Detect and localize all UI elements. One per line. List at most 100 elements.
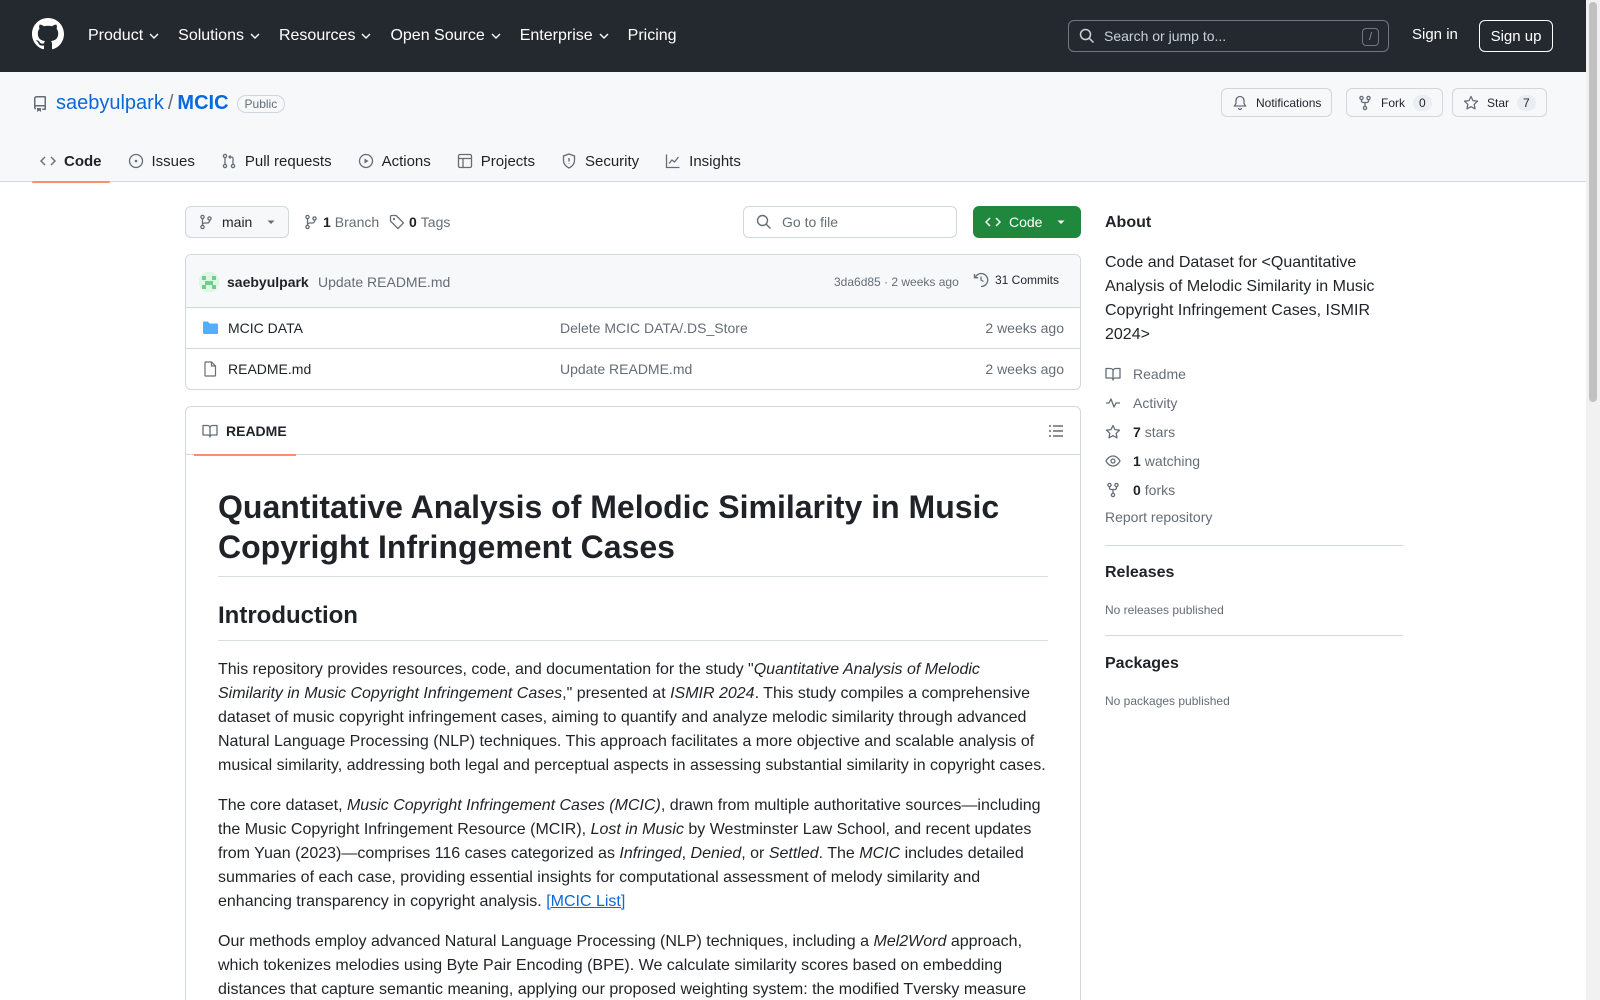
repo-owner-link[interactable]: saebyulpark bbox=[56, 92, 164, 115]
activity-label: Activity bbox=[1133, 395, 1178, 411]
notifications-button[interactable]: Notifications bbox=[1221, 88, 1333, 117]
branch-count: 1 bbox=[323, 214, 331, 230]
file-name-link[interactable]: README.md bbox=[228, 361, 311, 377]
code-dropdown-button[interactable]: Code bbox=[973, 206, 1081, 238]
bell-icon bbox=[1233, 95, 1247, 110]
list-icon[interactable] bbox=[1048, 423, 1064, 439]
tag-icon bbox=[389, 214, 405, 230]
tag-label: Tags bbox=[420, 214, 451, 230]
nav-open-source[interactable]: Open Source bbox=[390, 24, 501, 48]
stars-link[interactable]: 7 stars bbox=[1105, 424, 1175, 440]
readme-tab[interactable]: README bbox=[194, 407, 296, 456]
star-button[interactable]: Star 7 bbox=[1452, 88, 1547, 117]
commit-sha-time[interactable]: 3da6d85 · 2 weeks ago bbox=[834, 275, 959, 289]
readme-emphasis: Music Copyright Infringement Cases (MCIC… bbox=[346, 797, 661, 814]
sidebar-divider bbox=[1105, 635, 1403, 636]
forks-link[interactable]: 0 forks bbox=[1105, 482, 1175, 498]
report-repository-link[interactable]: Report repository bbox=[1105, 509, 1212, 525]
file-browser: saebyulpark Update README.md 3da6d85 · 2… bbox=[185, 254, 1081, 390]
search-icon bbox=[756, 214, 771, 229]
packages-heading[interactable]: Packages bbox=[1105, 655, 1179, 673]
nav-solutions[interactable]: Solutions bbox=[178, 24, 261, 48]
fork-label: Fork bbox=[1381, 95, 1405, 110]
tab-label: Pull requests bbox=[244, 152, 332, 170]
github-logo-icon[interactable] bbox=[32, 18, 64, 50]
watchers-link[interactable]: 1 watching bbox=[1105, 453, 1200, 469]
sign-up-button[interactable]: Sign up bbox=[1479, 20, 1553, 52]
tab-projects[interactable]: Projects bbox=[449, 140, 543, 182]
pull-request-icon bbox=[222, 153, 236, 169]
go-to-file-placeholder: Go to file bbox=[782, 214, 839, 230]
page-scrollbar[interactable] bbox=[1586, 0, 1600, 1000]
readme-paragraph: Our methods employ advanced Natural Lang… bbox=[218, 930, 1048, 1000]
tab-code[interactable]: Code bbox=[32, 140, 110, 183]
readme-text: . The bbox=[818, 845, 860, 862]
tag-count: 0 bbox=[409, 214, 417, 230]
about-description: Code and Dataset for <Quantitative Analy… bbox=[1105, 254, 1375, 343]
stars-count: 7 bbox=[1133, 424, 1141, 440]
readme-text: The core dataset, bbox=[218, 797, 347, 814]
tab-label: Actions bbox=[381, 152, 431, 170]
readme-text: , bbox=[681, 845, 691, 862]
tab-actions[interactable]: Actions bbox=[350, 140, 439, 182]
star-label: Star bbox=[1487, 95, 1510, 110]
branches-link[interactable]: 1 Branch bbox=[303, 214, 379, 230]
book-icon bbox=[202, 424, 218, 438]
nav-label: Solutions bbox=[178, 27, 244, 44]
readme-emphasis: Infringed bbox=[619, 845, 682, 862]
history-icon bbox=[973, 272, 989, 288]
code-icon bbox=[40, 156, 56, 166]
commit-message-link[interactable]: Update README.md bbox=[318, 274, 450, 290]
nav-product[interactable]: Product bbox=[88, 24, 160, 48]
file-commit-message-link[interactable]: Delete MCIC DATA/.DS_Store bbox=[560, 320, 748, 336]
tab-insights[interactable]: Insights bbox=[657, 140, 749, 182]
caret-down-icon bbox=[267, 220, 275, 224]
repo-name-link[interactable]: MCIC bbox=[177, 92, 228, 115]
repo-separator: / bbox=[167, 92, 174, 114]
nav-label: Product bbox=[88, 27, 144, 44]
sign-in-link[interactable]: Sign in bbox=[1412, 26, 1458, 43]
file-commit-time: 2 weeks ago bbox=[985, 361, 1064, 377]
tags-link[interactable]: 0 Tags bbox=[389, 214, 450, 230]
commits-link[interactable]: 31 Commits bbox=[973, 272, 1059, 288]
nav-pricing[interactable]: Pricing bbox=[628, 24, 677, 48]
watching-count: 1 bbox=[1133, 453, 1141, 469]
watching-label: watching bbox=[1144, 453, 1201, 469]
scrollbar-thumb[interactable] bbox=[1589, 2, 1597, 402]
nav-label: Pricing bbox=[627, 27, 677, 44]
chevron-down-icon bbox=[149, 33, 159, 39]
readme-emphasis: Settled bbox=[768, 845, 819, 862]
activity-link[interactable]: Activity bbox=[1105, 395, 1177, 411]
readme-label: Readme bbox=[1133, 366, 1186, 382]
fork-count: 0 bbox=[1413, 94, 1432, 111]
tab-pull-requests[interactable]: Pull requests bbox=[213, 140, 340, 182]
commit-author-link[interactable]: saebyulpark bbox=[227, 274, 309, 290]
file-commit-message-link[interactable]: Update README.md bbox=[560, 361, 692, 377]
chevron-down-icon bbox=[491, 33, 501, 39]
go-to-file-input[interactable]: Go to file bbox=[743, 206, 957, 238]
readme-link[interactable]: Readme bbox=[1105, 366, 1186, 382]
avatar[interactable] bbox=[199, 272, 219, 292]
tab-issues[interactable]: Issues bbox=[120, 140, 203, 182]
file-name-link[interactable]: MCIC DATA bbox=[228, 320, 303, 336]
nav-enterprise[interactable]: Enterprise bbox=[520, 24, 610, 48]
issue-icon bbox=[128, 153, 143, 169]
chevron-down-icon bbox=[250, 33, 260, 39]
nav-label: Open Source bbox=[390, 27, 485, 44]
search-input[interactable]: Search or jump to... / bbox=[1068, 20, 1389, 52]
file-row-mcic-data[interactable]: MCIC DATA Delete MCIC DATA/.DS_Store 2 w… bbox=[186, 308, 1080, 349]
file-commit-time: 2 weeks ago bbox=[985, 320, 1064, 336]
latest-commit-bar: saebyulpark Update README.md 3da6d85 · 2… bbox=[186, 255, 1080, 308]
readme-link[interactable]: [MCIC List] bbox=[546, 893, 625, 910]
play-icon bbox=[358, 153, 373, 169]
branch-selector-button[interactable]: main bbox=[185, 206, 289, 238]
file-row-readme[interactable]: README.md Update README.md 2 weeks ago bbox=[186, 349, 1080, 389]
readme-heading-introduction: Introduction bbox=[218, 601, 1048, 641]
fork-button[interactable]: Fork 0 bbox=[1346, 88, 1443, 117]
tab-label: Projects bbox=[480, 152, 535, 170]
star-icon bbox=[1463, 95, 1479, 109]
tab-security[interactable]: Security bbox=[553, 140, 647, 182]
releases-heading[interactable]: Releases bbox=[1105, 564, 1174, 582]
nav-resources[interactable]: Resources bbox=[279, 24, 372, 48]
branch-name: main bbox=[222, 214, 253, 230]
